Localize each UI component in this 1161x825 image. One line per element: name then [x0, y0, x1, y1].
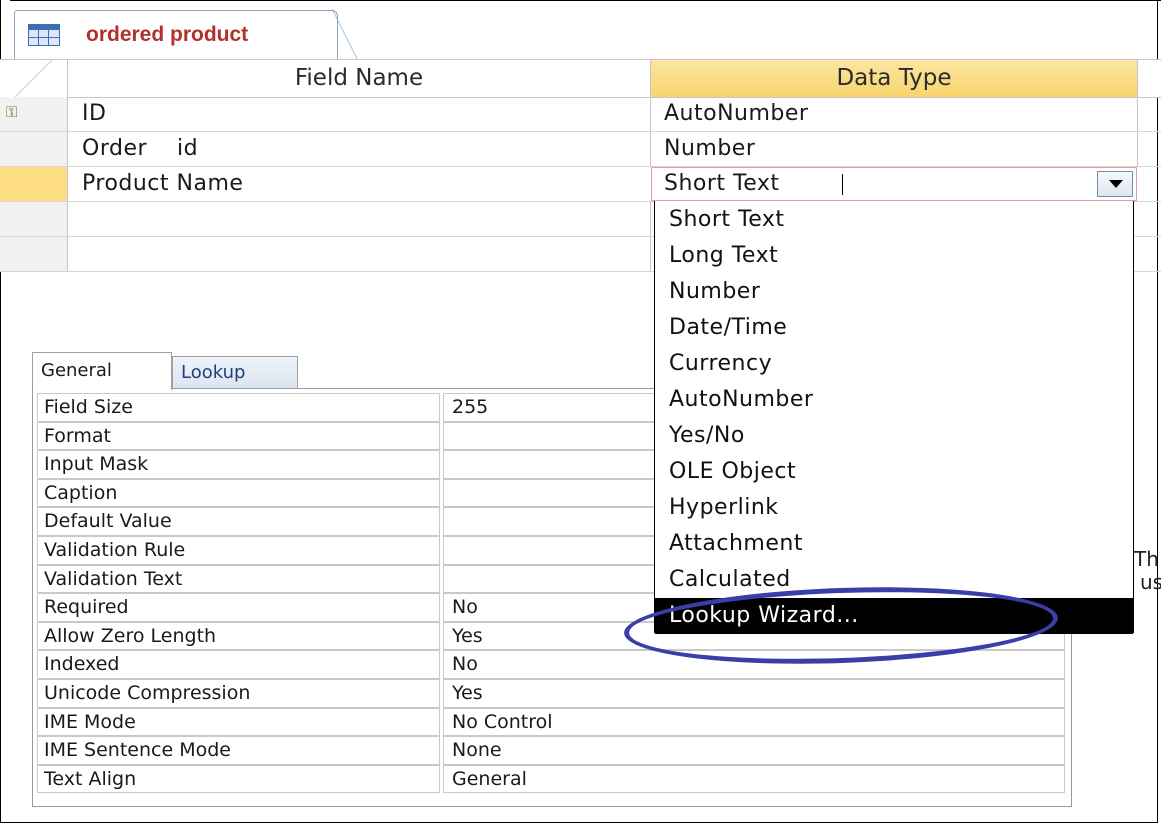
grid-header-row: Field Name Data Type — [0, 59, 1161, 98]
field-name-cell[interactable]: Order id — [82, 132, 198, 166]
data-type-cell[interactable]: AutoNumber — [664, 97, 808, 131]
field-row[interactable]: ⚿ ID AutoNumber — [0, 97, 1161, 132]
chevron-down-icon — [1109, 180, 1123, 188]
column-header-data-type[interactable]: Data Type — [651, 60, 1138, 97]
dropdown-option[interactable]: Attachment — [655, 526, 1133, 562]
property-row: Text Align General — [33, 764, 1071, 794]
row-selector[interactable] — [0, 237, 68, 271]
property-value[interactable]: None — [443, 736, 1065, 765]
property-label: Allow Zero Length — [37, 621, 440, 651]
row-selector[interactable] — [0, 132, 68, 166]
dropdown-option[interactable]: Yes/No — [655, 418, 1133, 454]
tab-lookup[interactable]: Lookup — [172, 356, 298, 388]
row-selector-current[interactable] — [0, 167, 68, 201]
field-name-cell[interactable]: Product Name — [82, 167, 243, 201]
property-row: IME Mode No Control — [33, 707, 1071, 737]
help-text-fragment: us — [1140, 570, 1161, 594]
data-type-combobox[interactable]: Short Text — [651, 167, 1137, 201]
dropdown-option[interactable]: Short Text — [655, 202, 1133, 238]
property-value[interactable]: Yes — [443, 678, 1065, 708]
data-type-cell[interactable]: Number — [664, 132, 755, 166]
property-row: Indexed No — [33, 650, 1071, 679]
property-value[interactable]: No — [443, 650, 1065, 679]
property-label: Field Size — [37, 393, 440, 422]
text-caret — [842, 174, 843, 195]
dropdown-option[interactable]: Date/Time — [655, 310, 1133, 346]
property-label: Text Align — [37, 764, 440, 794]
property-label: Input Mask — [37, 450, 440, 479]
property-row: Unicode Compression Yes — [33, 678, 1071, 708]
column-header-field-name[interactable]: Field Name — [68, 60, 651, 97]
help-text-fragment: Th — [1134, 547, 1159, 571]
document-tab-label: ordered product — [86, 23, 249, 46]
property-label: Validation Rule — [37, 535, 440, 565]
property-label: Format — [37, 421, 440, 451]
property-value[interactable]: General — [443, 764, 1065, 794]
field-row[interactable]: Order id Number — [0, 132, 1161, 167]
data-type-combobox-value[interactable]: Short Text — [664, 168, 780, 200]
primary-key-icon: ⚿ — [6, 103, 18, 121]
property-value[interactable]: No Control — [443, 707, 1065, 737]
dropdown-option[interactable]: Number — [655, 274, 1133, 310]
property-label: Validation Text — [37, 564, 440, 594]
dropdown-option-lookup-wizard[interactable]: Lookup Wizard... — [655, 598, 1133, 634]
property-label: IME Mode — [37, 707, 440, 737]
column-header-description[interactable] — [1138, 60, 1161, 97]
dropdown-option[interactable]: Long Text — [655, 238, 1133, 274]
field-name-cell[interactable]: ID — [82, 97, 106, 131]
document-tab[interactable]: ordered product — [14, 9, 358, 61]
property-label: IME Sentence Mode — [37, 736, 440, 765]
property-label: Unicode Compression — [37, 678, 440, 708]
dropdown-option[interactable]: Calculated — [655, 562, 1133, 598]
property-row: IME Sentence Mode None — [33, 736, 1071, 765]
dropdown-option[interactable]: OLE Object — [655, 454, 1133, 490]
dropdown-option[interactable]: Hyperlink — [655, 490, 1133, 526]
top-edge — [10, 0, 1161, 1]
data-type-dropdown-list: Short Text Long Text Number Date/Time Cu… — [654, 201, 1134, 634]
property-label: Indexed — [37, 650, 440, 679]
row-selector[interactable] — [0, 202, 68, 236]
tab-slant — [332, 9, 358, 61]
select-all-corner[interactable] — [0, 60, 68, 97]
table-icon — [28, 24, 60, 46]
dropdown-arrow-button[interactable] — [1097, 171, 1133, 197]
property-label: Required — [37, 593, 440, 622]
property-label: Default Value — [37, 507, 440, 536]
row-selector[interactable]: ⚿ — [0, 97, 68, 131]
property-label: Caption — [37, 478, 440, 508]
field-row-current[interactable]: Product Name Short Text — [0, 167, 1161, 202]
dropdown-option[interactable]: Currency — [655, 346, 1133, 382]
dropdown-option[interactable]: AutoNumber — [655, 382, 1133, 418]
tab-general[interactable]: General — [32, 352, 172, 390]
